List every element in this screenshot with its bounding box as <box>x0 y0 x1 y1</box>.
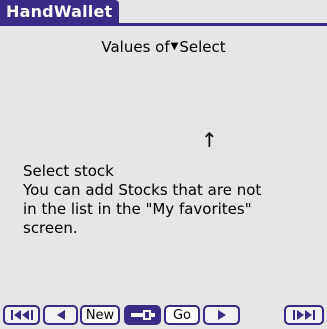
hint-line: You can add Stocks that are not <box>23 181 262 199</box>
last-button[interactable] <box>284 305 324 325</box>
first-button[interactable] <box>3 305 40 325</box>
go-button[interactable]: Go <box>164 305 200 325</box>
app-title: HandWallet <box>0 0 120 23</box>
go-button-label: Go <box>172 307 192 323</box>
new-button[interactable]: New <box>80 305 120 325</box>
key-button[interactable] <box>124 305 161 325</box>
previous-icon <box>56 310 65 320</box>
next-icon <box>217 310 226 320</box>
title-underline <box>0 23 327 26</box>
values-selector[interactable]: Values of▼Select <box>0 38 327 56</box>
prev-button[interactable] <box>43 305 78 325</box>
hint-message: Select stock You can add Stocks that are… <box>23 162 313 238</box>
key-icon <box>130 310 155 320</box>
triangle-down-icon[interactable]: ▼ <box>171 41 179 52</box>
app-screen: HandWallet Values of▼Select ↑ Select sto… <box>0 0 327 329</box>
last-page-icon <box>293 310 315 320</box>
bottom-toolbar: New Go <box>0 299 327 329</box>
up-arrow-icon: ↑ <box>201 128 218 152</box>
selector-label: Values of <box>101 38 170 56</box>
hint-line: in the list in the "My favorites" <box>23 200 252 218</box>
selector-value[interactable]: Select <box>179 38 225 56</box>
hint-line: screen. <box>23 219 78 237</box>
next-button[interactable] <box>203 305 240 325</box>
first-page-icon <box>10 310 33 320</box>
hint-heading: Select stock <box>23 162 114 180</box>
new-button-label: New <box>85 307 115 323</box>
